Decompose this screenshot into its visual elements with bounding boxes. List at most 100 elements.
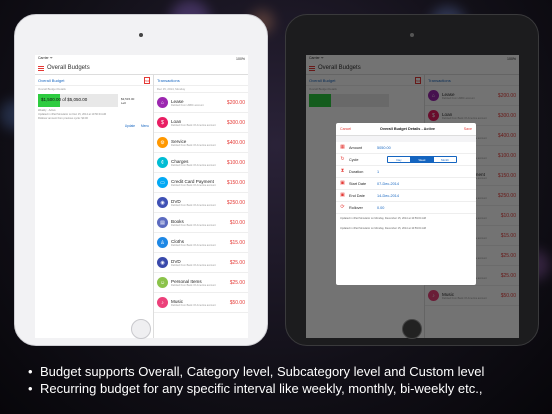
end-date-row[interactable]: ▣ End Date 14-Dec-2014 — [336, 190, 476, 202]
nav-bar: Overall Budgets — [35, 62, 248, 75]
transaction-amount: $100.00 — [226, 159, 245, 166]
category-icon: ◉ — [157, 197, 168, 208]
feature-caption: • Budget supports Overall, Category level… — [28, 363, 484, 397]
camera-icon — [410, 33, 414, 37]
transaction-desc: Debited from Bank Of America account — [171, 223, 216, 227]
rollover-row[interactable]: ⟳ Rollover 0.00 — [336, 202, 476, 214]
budget-pane-header: Overall Budget PDF — [35, 75, 153, 86]
transaction-desc: Debited from Bank Of America account — [171, 163, 216, 167]
transaction-row[interactable]: ☺ Personal Items Debited from Bank Of Amer… — [154, 273, 248, 293]
category-icon: ⌂ — [157, 97, 168, 108]
duration-label: Duration — [349, 169, 364, 174]
home-button[interactable] — [402, 319, 422, 339]
amount-icon: ▦ — [340, 144, 345, 150]
transaction-row[interactable]: ▭ Credit Card Payment Debited from Bank Of… — [154, 173, 248, 193]
home-button[interactable] — [131, 319, 151, 339]
budget-remaining-label: Left — [121, 100, 127, 105]
transaction-amount: $25.00 — [229, 259, 245, 266]
transaction-row[interactable]: $ Loan Debited from Bank Of America accoun… — [154, 113, 248, 133]
budget-progress-row[interactable]: $1,500.00 of $5,050.00 $3,515.00 Left — [35, 92, 153, 109]
app-screen: Carrier ᯤ 100% Overall Budgets Overall B… — [35, 55, 248, 338]
transaction-desc: Debited from Bank Of America account — [171, 303, 216, 307]
ipad-white: Carrier ᯤ 100% Overall Budgets Overall B… — [14, 14, 268, 346]
budget-details-modal: Cancel Overall Budget Details - Active S… — [336, 123, 476, 285]
transaction-amount: $250.00 — [226, 199, 245, 206]
pdf-icon[interactable]: PDF — [144, 76, 150, 84]
cycle-label: Cycle — [349, 157, 359, 162]
budget-heading: Overall Budget — [38, 77, 65, 83]
app-screen-modal: Carrier ᯤ 100% Overall Budgets Overall B… — [306, 55, 519, 338]
caption-bullet: • — [28, 364, 33, 379]
transaction-amount: $15.00 — [229, 239, 245, 246]
start-date-row[interactable]: ▣ Start Date 07-Dec-2014 — [336, 178, 476, 190]
transaction-row[interactable]: ¢ Charges Debited from Bank Of America acc… — [154, 153, 248, 173]
transaction-desc: Debited from Bank Of America account — [171, 123, 216, 127]
transaction-row[interactable]: ◉ DVD Debited from Bank Of America account… — [154, 253, 248, 273]
modal-updated-note: Updated in iPad Simulator on Monday, Dec… — [340, 217, 426, 220]
transactions-date: Dec 15, 2014, Monday — [154, 86, 248, 93]
transaction-desc: Debited from Bank Of America account — [171, 243, 216, 247]
category-icon: ▭ — [157, 177, 168, 188]
transaction-amount: $150.00 — [226, 179, 245, 186]
category-icon: ¢ — [157, 157, 168, 168]
duration-row[interactable]: ⧗ Duration 1 — [336, 166, 476, 178]
amount-label: Amount — [349, 145, 363, 150]
transaction-amount: $400.00 — [226, 139, 245, 146]
amount-row[interactable]: ▦ Amount 5050.00 — [336, 142, 476, 154]
rollover-label: Rollover — [349, 205, 363, 210]
cycle-option-month[interactable]: Month — [434, 157, 456, 162]
transaction-desc: Debited from Bank Of America account — [171, 283, 216, 287]
budget-progress-bar: $1,500.00 of $5,050.00 — [38, 94, 118, 107]
transaction-row[interactable]: ♙ Cloths Debited from Bank Of America acco… — [154, 233, 248, 253]
transaction-row[interactable]: ▤ Books Debited from Bank Of America accou… — [154, 213, 248, 233]
transaction-desc: Debited from Bank Of America account — [171, 203, 216, 207]
status-bar: Carrier ᯤ 100% — [35, 55, 248, 62]
update-button[interactable]: Update — [125, 124, 135, 128]
duration-icon: ⧗ — [340, 168, 345, 174]
hamburger-menu-icon[interactable] — [38, 65, 44, 71]
caption-text: Recurring budget for any specific interv… — [40, 381, 483, 396]
transaction-amount: $25.00 — [229, 279, 245, 286]
rollover-field[interactable]: 0.00 — [377, 206, 472, 210]
budget-progress-text: $1,500.00 of $5,050.00 — [41, 97, 88, 102]
transaction-amount: $200.00 — [226, 99, 245, 106]
start-date-field[interactable]: 07-Dec-2014 — [377, 182, 472, 186]
amount-field[interactable]: 5050.00 — [377, 146, 472, 150]
caption-bullet: • — [28, 381, 33, 396]
category-icon: ◉ — [157, 257, 168, 268]
cancel-button[interactable]: Cancel — [340, 127, 351, 131]
transaction-row[interactable]: ◉ DVD Debited from Bank Of America account… — [154, 193, 248, 213]
cycle-option-week[interactable]: Week — [411, 157, 434, 162]
cycle-row: ↻ Cycle Day Week Month — [336, 154, 476, 166]
save-button[interactable]: Save — [464, 127, 472, 131]
transaction-amount: $10.00 — [229, 219, 245, 226]
budget-remaining: $3,515.00 Left — [121, 97, 134, 105]
budget-pane: Overall Budget PDF Overall Budget Detail… — [35, 75, 154, 338]
transaction-row[interactable]: ⚙ Service Debited from Bank Of America acc… — [154, 133, 248, 153]
transaction-row[interactable]: ♪ Music Debited from Bank Of America accou… — [154, 293, 248, 313]
cycle-option-day[interactable]: Day — [388, 157, 411, 162]
cycle-segmented-control: Day Week Month — [387, 156, 457, 163]
category-icon: ▤ — [157, 217, 168, 228]
page-title: Overall Budgets — [47, 65, 90, 71]
ipad-black: Carrier ᯤ 100% Overall Budgets Overall B… — [285, 14, 539, 346]
transactions-pane: Transactions Dec 15, 2014, Monday ⌂ Lease… — [154, 75, 248, 338]
budget-actions: Update Menu — [35, 121, 153, 131]
transactions-heading: Transactions — [154, 75, 248, 86]
modal-title: Overall Budget Details - Active — [379, 127, 436, 131]
end-date-field[interactable]: 14-Dec-2014 — [377, 194, 472, 198]
calendar-icon: ▣ — [340, 180, 345, 186]
transaction-amount: $50.00 — [229, 299, 245, 306]
duration-field[interactable]: 1 — [377, 170, 472, 174]
transactions-list: ⌂LeaseDebited from HSBC account$200.00$L… — [154, 93, 248, 313]
category-icon: ⚙ — [157, 137, 168, 148]
transaction-desc: Debited from Bank Of America account — [171, 183, 216, 187]
transaction-desc: Debited from HSBC account — [171, 103, 204, 107]
menu-button[interactable]: Menu — [141, 124, 149, 128]
rollover-icon: ⟳ — [340, 204, 345, 210]
transaction-desc: Debited from Bank Of America account — [171, 143, 216, 147]
transaction-desc: Debited from Bank Of America account — [171, 263, 216, 267]
transaction-row[interactable]: ⌂ Lease Debited from HSBC account $200.00 — [154, 93, 248, 113]
caption-line: • Recurring budget for any specific inter… — [28, 380, 484, 397]
category-icon: ♪ — [157, 297, 168, 308]
